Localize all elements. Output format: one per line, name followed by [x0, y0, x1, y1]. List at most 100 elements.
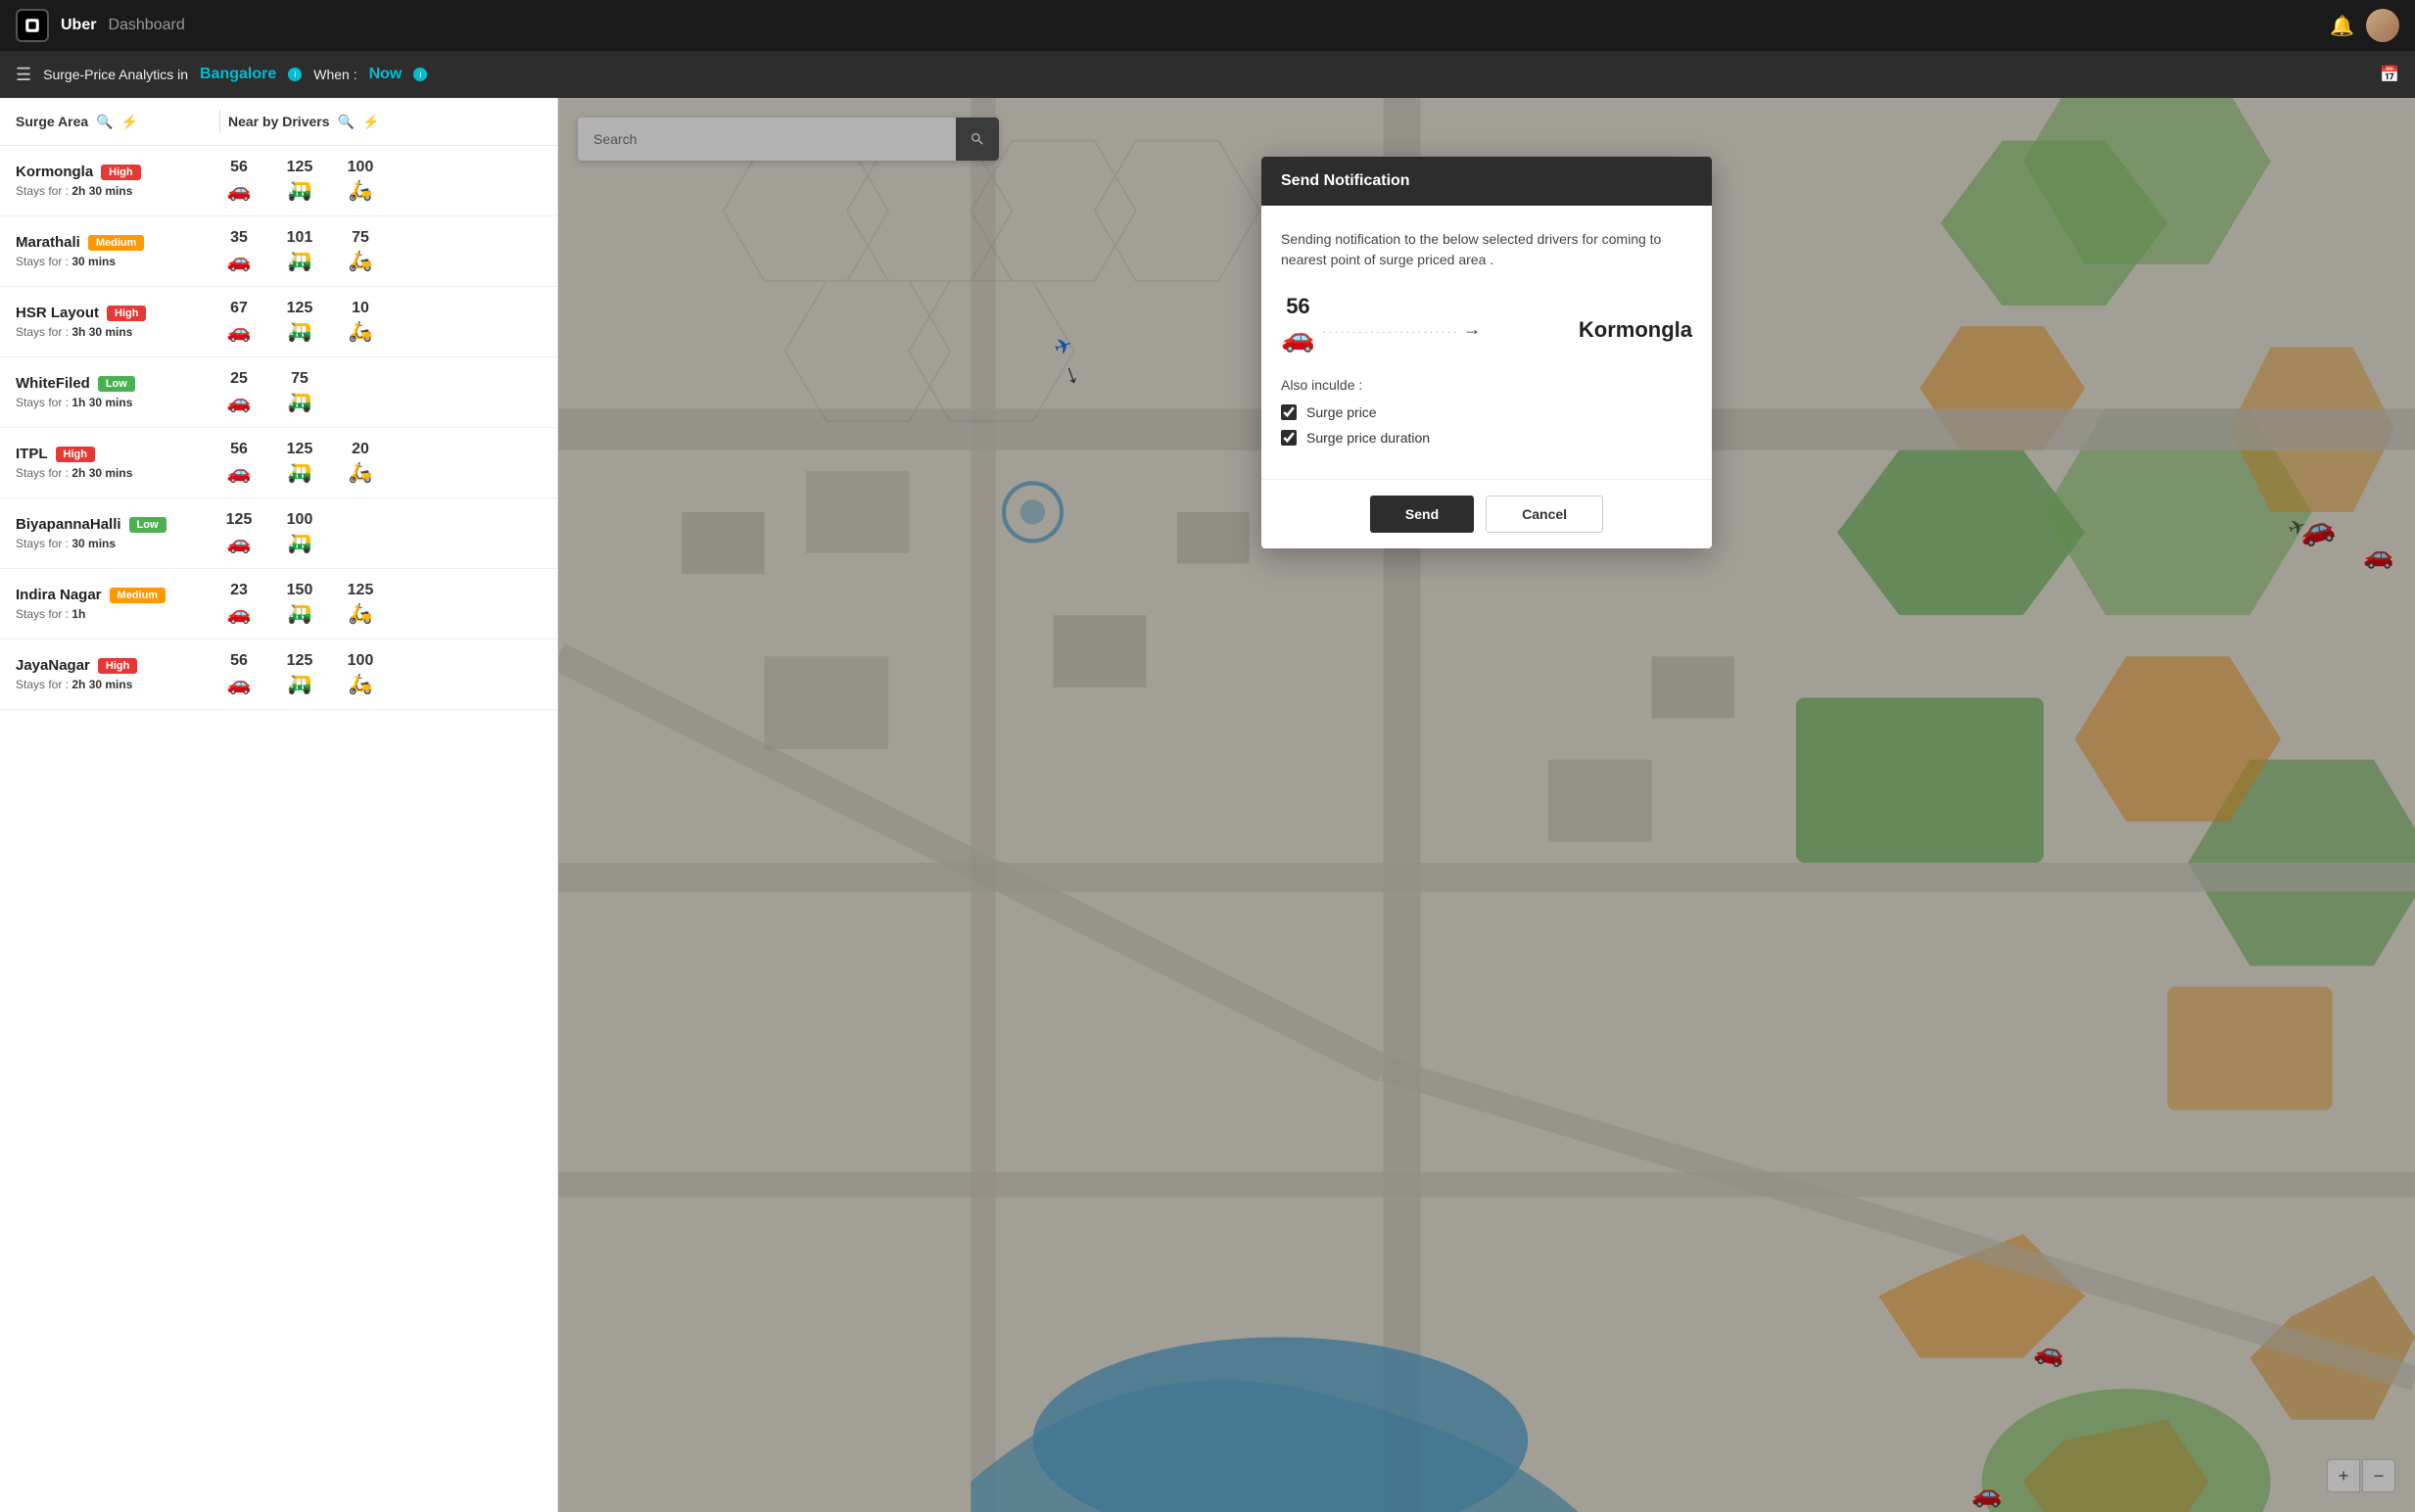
area-row[interactable]: JayaNagar High Stays for : 2h 30 mins 56… — [0, 639, 557, 710]
nearby-drivers-header: Near by Drivers 🔍 ⚡ — [228, 114, 542, 130]
vehicles-section: 125 🚗 100 🛺 — [212, 511, 542, 555]
auto-count: 125 — [287, 441, 313, 458]
auto-count-group: 125 🛺 — [272, 652, 327, 696]
area-row[interactable]: Marathali Medium Stays for : 30 mins 35 … — [0, 216, 557, 287]
area-badge: Medium — [110, 588, 166, 603]
modal-overlay: Send Notification Sending notification t… — [558, 98, 2415, 1512]
stays-value: 1h 30 mins — [71, 396, 132, 409]
surge-area-search-icon[interactable]: 🔍 — [96, 114, 113, 130]
auto-count-group: 150 🛺 — [272, 582, 327, 626]
vehicles-section: 67 🚗 125 🛺 10 🛵 — [212, 300, 542, 344]
area-name: ITPL High — [16, 446, 212, 462]
notifications-bell-icon[interactable]: 🔔 — [2330, 14, 2354, 38]
car-count: 56 — [230, 159, 248, 176]
area-info: Kormongla High Stays for : 2h 30 mins — [16, 164, 212, 198]
area-row[interactable]: BiyapannaHalli Low Stays for : 30 mins 1… — [0, 498, 557, 569]
area-stays: Stays for : 1h 30 mins — [16, 396, 212, 409]
car-count-group: 67 🚗 — [212, 300, 266, 344]
modal-header: Send Notification — [1261, 157, 1712, 206]
top-navigation: Uber Dashboard 🔔 — [0, 0, 2415, 51]
bike-count-group: 75 🛵 — [333, 229, 388, 273]
driver-car-icon: 🚗 — [1281, 321, 1315, 354]
calendar-icon[interactable]: 📅 — [2380, 65, 2399, 84]
bike-count: 75 — [352, 229, 369, 247]
column-divider — [219, 110, 220, 133]
auto-count-group: 125 🛺 — [272, 159, 327, 203]
bike-count-group: 10 🛵 — [333, 300, 388, 344]
area-stays: Stays for : 30 mins — [16, 537, 212, 550]
area-name: Marathali Medium — [16, 234, 212, 251]
surge-price-label: Surge price — [1306, 404, 1377, 420]
sub-navigation: ☰ Surge-Price Analytics in Bangalore i W… — [0, 51, 2415, 98]
area-row[interactable]: Kormongla High Stays for : 2h 30 mins 56… — [0, 146, 557, 216]
auto-count-group: 75 🛺 — [272, 370, 327, 414]
area-info: Marathali Medium Stays for : 30 mins — [16, 234, 212, 268]
auto-count: 150 — [287, 582, 313, 599]
vehicles-section: 56 🚗 125 🛺 100 🛵 — [212, 159, 542, 203]
area-name: JayaNagar High — [16, 657, 212, 674]
auto-count-group: 125 🛺 — [272, 300, 327, 344]
area-info: BiyapannaHalli Low Stays for : 30 mins — [16, 516, 212, 550]
bike-count-group: 100 🛵 — [333, 159, 388, 203]
surge-price-duration-checkbox-row: Surge price duration — [1281, 430, 1692, 446]
area-stays: Stays for : 2h 30 mins — [16, 678, 212, 691]
vehicles-section: 25 🚗 75 🛺 — [212, 370, 542, 414]
stays-value: 2h 30 mins — [71, 678, 132, 691]
driver-count: 56 — [1286, 294, 1309, 319]
surge-price-duration-checkbox[interactable] — [1281, 430, 1297, 446]
bike-icon: 🛵 — [349, 178, 373, 203]
vehicles-section: 23 🚗 150 🛺 125 🛵 — [212, 582, 542, 626]
when-info-icon[interactable]: i — [413, 68, 427, 81]
app-logo — [16, 9, 49, 42]
bike-count: 100 — [348, 159, 374, 176]
city-name: Bangalore — [200, 66, 276, 83]
auto-count-group: 125 🛺 — [272, 441, 327, 485]
surge-price-checkbox-row: Surge price — [1281, 404, 1692, 420]
car-icon: 🚗 — [227, 672, 252, 696]
car-icon: 🚗 — [227, 319, 252, 344]
surge-area-header: Surge Area 🔍 ⚡ — [16, 114, 212, 130]
stays-value: 30 mins — [71, 537, 116, 550]
area-row[interactable]: Indira Nagar Medium Stays for : 1h 23 🚗 … — [0, 569, 557, 639]
auto-icon: 🛺 — [288, 390, 312, 414]
car-icon: 🚗 — [227, 460, 252, 485]
auto-icon: 🛺 — [288, 601, 312, 626]
city-info-icon[interactable]: i — [288, 68, 302, 81]
area-name: BiyapannaHalli Low — [16, 516, 212, 533]
area-badge: Medium — [88, 235, 145, 251]
bike-icon: 🛵 — [349, 460, 373, 485]
column-headers: Surge Area 🔍 ⚡ Near by Drivers 🔍 ⚡ — [0, 98, 557, 146]
auto-icon: 🛺 — [288, 178, 312, 203]
auto-count-group: 101 🛺 — [272, 229, 327, 273]
area-stays: Stays for : 30 mins — [16, 255, 212, 268]
menu-icon[interactable]: ☰ — [16, 65, 31, 85]
nearby-search-icon[interactable]: 🔍 — [338, 114, 355, 130]
cancel-button[interactable]: Cancel — [1486, 496, 1603, 533]
area-info: HSR Layout High Stays for : 3h 30 mins — [16, 305, 212, 339]
surge-price-checkbox[interactable] — [1281, 404, 1297, 420]
car-count-group: 56 🚗 — [212, 441, 266, 485]
area-row[interactable]: WhiteFiled Low Stays for : 1h 30 mins 25… — [0, 357, 557, 428]
area-badge: Low — [129, 517, 166, 533]
auto-count: 125 — [287, 159, 313, 176]
stays-value: 2h 30 mins — [71, 184, 132, 198]
bike-count: 10 — [352, 300, 369, 317]
stays-value: 3h 30 mins — [71, 325, 132, 339]
auto-count: 125 — [287, 300, 313, 317]
user-avatar[interactable] — [2366, 9, 2399, 42]
send-button[interactable]: Send — [1370, 496, 1474, 533]
vehicles-section: 56 🚗 125 🛺 100 🛵 — [212, 652, 542, 696]
vehicles-section: 35 🚗 101 🛺 75 🛵 — [212, 229, 542, 273]
area-row[interactable]: ITPL High Stays for : 2h 30 mins 56 🚗 12… — [0, 428, 557, 498]
auto-icon: 🛺 — [288, 672, 312, 696]
area-row[interactable]: HSR Layout High Stays for : 3h 30 mins 6… — [0, 287, 557, 357]
bike-count-group: 125 🛵 — [333, 582, 388, 626]
bike-icon: 🛵 — [349, 601, 373, 626]
driver-info: 56 🚗 — [1281, 294, 1315, 354]
nearby-filter-icon[interactable]: ⚡ — [362, 114, 379, 130]
bike-count-group: 20 🛵 — [333, 441, 388, 485]
app-title: Uber — [61, 17, 96, 34]
bike-count: 125 — [348, 582, 374, 599]
surge-area-filter-icon[interactable]: ⚡ — [121, 114, 138, 130]
bike-count-group: 100 🛵 — [333, 652, 388, 696]
